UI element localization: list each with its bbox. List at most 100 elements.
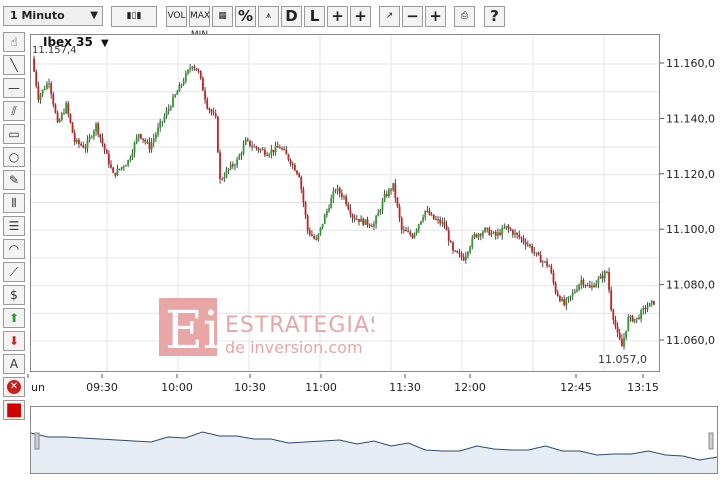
candle-body xyxy=(484,227,486,233)
interval-dropdown[interactable]: 1 Minuto ▼ xyxy=(3,6,103,26)
candle-body xyxy=(516,232,519,235)
candle-body xyxy=(114,172,117,176)
x-axis: un 09:30 10:00 10:30 11:00 11:30 12:00 12:45 13:… xyxy=(27,374,659,394)
grid-button[interactable]: ▦ xyxy=(212,6,233,27)
chart-type-button[interactable]: ▮▯▮ xyxy=(111,6,157,27)
candle-body xyxy=(407,231,410,233)
print-button[interactable]: ⎙ xyxy=(454,6,475,27)
chevron-down-icon: ▼ xyxy=(90,10,98,21)
candle-body xyxy=(174,94,177,98)
candle-body xyxy=(63,112,65,114)
percent-button[interactable]: % xyxy=(235,6,256,27)
candle-body xyxy=(614,319,617,327)
candle-body xyxy=(306,215,309,231)
candle-body xyxy=(99,134,102,138)
daily-button[interactable]: D xyxy=(281,6,302,27)
candle-body xyxy=(313,235,315,239)
candle-body xyxy=(469,246,472,253)
candle-body xyxy=(475,234,478,237)
arrow-down-tool-button[interactable]: ⬇ xyxy=(3,331,25,351)
candle-body xyxy=(486,227,489,229)
candle-body xyxy=(398,206,401,218)
text-tool-button[interactable]: A xyxy=(3,354,25,374)
candle-body xyxy=(88,136,91,140)
fibo-h-tool-button[interactable]: ☰ xyxy=(3,216,25,236)
dollar-tool-button[interactable]: $ xyxy=(3,285,25,305)
candle-body xyxy=(157,127,159,135)
candle-body xyxy=(430,214,433,216)
channel-icon: ⫽ xyxy=(11,104,17,118)
compare-button[interactable]: ⩚ xyxy=(258,6,279,27)
candle-body xyxy=(343,196,345,198)
candle-body xyxy=(261,149,264,151)
candle-body xyxy=(584,285,587,287)
candle-body xyxy=(435,219,437,221)
channel-tool-button[interactable]: ⫽ xyxy=(3,101,25,121)
candle-body xyxy=(347,204,350,210)
candle-body xyxy=(529,244,531,247)
candle-body xyxy=(319,227,322,234)
candle-body xyxy=(326,210,328,215)
rectangle-tool-button[interactable]: ▭ xyxy=(3,124,25,144)
pencil-tool-button[interactable]: ✎ xyxy=(3,170,25,190)
x-tick-label: 12:00 xyxy=(454,381,486,394)
candle-body xyxy=(402,229,405,231)
candle-body xyxy=(345,196,348,205)
candle-body xyxy=(242,144,245,154)
candle-body xyxy=(364,219,367,225)
line-tool-button[interactable]: ╲ xyxy=(3,55,25,75)
navigator-panel[interactable] xyxy=(30,406,718,474)
log-button[interactable]: L xyxy=(304,6,325,27)
candle-body xyxy=(56,112,59,122)
circle-tool-button[interactable]: ○ xyxy=(3,147,25,167)
help-button[interactable]: ? xyxy=(484,6,505,27)
candle-body xyxy=(112,167,115,173)
candle-body xyxy=(176,91,179,95)
arc-tool-button[interactable]: ◠ xyxy=(3,239,25,259)
fan-tool-button[interactable]: ⟋ xyxy=(3,262,25,282)
candle-body xyxy=(544,261,546,263)
hand-tool-button[interactable]: ☝ xyxy=(3,32,25,52)
candle-body xyxy=(426,210,429,212)
candle-body xyxy=(332,191,335,199)
candle-body xyxy=(246,139,249,141)
candle-body xyxy=(249,140,251,146)
candle-body xyxy=(452,242,454,251)
candle-body xyxy=(631,316,634,322)
candle-body xyxy=(437,219,439,221)
zoom-in-button[interactable]: + xyxy=(425,6,446,27)
candle-body xyxy=(396,198,399,207)
vol-button[interactable]: VOL xyxy=(166,6,187,27)
candle-body xyxy=(231,164,234,167)
candle-body xyxy=(597,278,600,284)
candle-body xyxy=(287,154,290,160)
hline-tool-button[interactable]: — xyxy=(3,78,25,98)
candle-body xyxy=(272,149,275,152)
candle-body xyxy=(204,90,206,100)
candle-body xyxy=(411,234,414,238)
candle-body xyxy=(330,198,333,209)
color-tool-button[interactable]: ■ xyxy=(3,400,25,420)
zoom-out-button[interactable]: − xyxy=(402,6,423,27)
navigator-right-handle[interactable] xyxy=(708,432,714,450)
candle-body xyxy=(251,145,253,147)
candle-body xyxy=(417,224,420,230)
candle-body xyxy=(276,145,279,148)
candle-body xyxy=(54,104,57,113)
circle-icon: ○ xyxy=(8,150,20,164)
candle-body xyxy=(268,154,271,156)
fibo-v-tool-button[interactable]: ⦀ xyxy=(3,193,25,213)
navigator-left-handle[interactable] xyxy=(34,432,40,450)
candle-body xyxy=(454,250,457,252)
maxmin-button[interactable]: MAX MIN xyxy=(189,6,210,40)
crosshair-l-button[interactable]: + xyxy=(350,6,371,27)
color-icon: ■ xyxy=(5,399,23,420)
crosshair-button[interactable]: + xyxy=(327,6,348,27)
x-tick-label: 13:15 xyxy=(627,381,659,394)
candle-body xyxy=(334,190,337,192)
arrow-up-tool-button[interactable]: ⬆ xyxy=(3,308,25,328)
candle-body xyxy=(167,108,170,111)
candle-body xyxy=(471,237,474,247)
candle-body xyxy=(238,155,241,160)
indicators-button[interactable]: ↗ xyxy=(379,6,400,27)
